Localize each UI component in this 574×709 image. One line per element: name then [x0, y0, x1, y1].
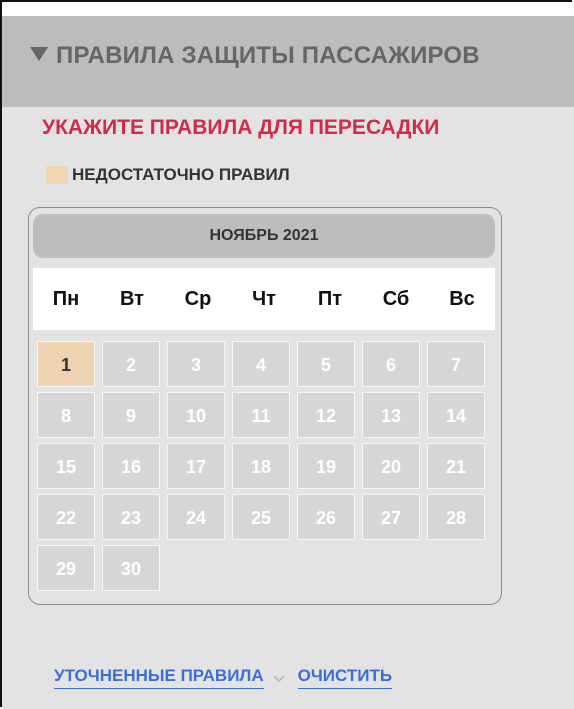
legend-swatch — [46, 166, 68, 184]
calendar-month-title: НОЯБРЬ 2021 — [33, 214, 495, 258]
calendar-day[interactable]: 10 — [167, 392, 225, 438]
weekday-thu: Чт — [252, 288, 276, 310]
calendar-day[interactable]: 23 — [102, 494, 160, 540]
weekday-wed: Ср — [184, 288, 212, 310]
calendar-day[interactable]: 7 — [427, 341, 485, 387]
calendar-day[interactable]: 21 — [427, 443, 485, 489]
weekday-tue: Вт — [120, 288, 144, 310]
calendar-day[interactable]: 2 — [102, 341, 160, 387]
calendar-day[interactable]: 25 — [232, 494, 290, 540]
panel-title-row[interactable]: ПРАВИЛА ЗАЩИТЫ ПАССАЖИРОВ — [30, 42, 480, 70]
clear-link[interactable]: ОЧИСТИТЬ — [297, 666, 393, 689]
legend-label: НЕДОСТАТОЧНО ПРАВИЛ — [72, 165, 290, 184]
calendar-day[interactable]: 11 — [232, 392, 290, 438]
calendar-day[interactable]: 12 — [297, 392, 355, 438]
collapse-triangle-icon[interactable] — [30, 47, 48, 61]
calendar-day[interactable]: 29 — [37, 545, 95, 591]
calendar-day[interactable]: 1 — [37, 341, 95, 387]
legend: НЕДОСТАТОЧНО ПРАВИЛ — [46, 163, 290, 187]
calendar-day[interactable]: 16 — [102, 443, 160, 489]
weekday-sat: Сб — [382, 288, 410, 310]
calendar-day[interactable]: 9 — [102, 392, 160, 438]
calendar-day[interactable]: 18 — [232, 443, 290, 489]
passenger-protection-panel: ПРАВИЛА ЗАЩИТЫ ПАССАЖИРОВ УКАЖИТЕ ПРАВИЛ… — [2, 16, 574, 709]
refined-rules-link[interactable]: УТОЧНЕННЫЕ ПРАВИЛА — [54, 666, 264, 689]
panel-title: ПРАВИЛА ЗАЩИТЫ ПАССАЖИРОВ — [56, 42, 480, 69]
weekday-fri: Пт — [317, 288, 343, 310]
chevron-down-icon[interactable] — [272, 671, 286, 685]
calendar-day[interactable]: 19 — [297, 443, 355, 489]
calendar-day[interactable]: 6 — [362, 341, 420, 387]
calendar-day[interactable]: 28 — [427, 494, 485, 540]
weekday-header: Пн Вт Ср Чт Пт Сб Вс — [33, 268, 495, 330]
transfer-rules-warning: УКАЖИТЕ ПРАВИЛА ДЛЯ ПЕРЕСАДКИ — [42, 116, 440, 139]
weekday-sun: Вс — [449, 288, 475, 310]
calendar-day[interactable]: 13 — [362, 392, 420, 438]
calendar-day[interactable]: 22 — [37, 494, 95, 540]
calendar-day[interactable]: 30 — [102, 545, 160, 591]
calendar-day[interactable]: 3 — [167, 341, 225, 387]
calendar-day[interactable]: 4 — [232, 341, 290, 387]
calendar-day[interactable]: 26 — [297, 494, 355, 540]
calendar-day[interactable]: 24 — [167, 494, 225, 540]
calendar: НОЯБРЬ 2021 Пн Вт Ср Чт Пт Сб Вс 1 2 3 4… — [28, 207, 502, 605]
panel-footer: УТОЧНЕННЫЕ ПРАВИЛА ОЧИСТИТЬ — [54, 666, 393, 689]
calendar-day[interactable]: 15 — [37, 443, 95, 489]
weekday-mon: Пн — [52, 288, 80, 310]
calendar-day[interactable]: 5 — [297, 341, 355, 387]
calendar-day[interactable]: 17 — [167, 443, 225, 489]
calendar-day[interactable]: 14 — [427, 392, 485, 438]
panel-header[interactable]: ПРАВИЛА ЗАЩИТЫ ПАССАЖИРОВ — [2, 16, 574, 107]
calendar-day[interactable]: 27 — [362, 494, 420, 540]
calendar-day[interactable]: 8 — [37, 392, 95, 438]
calendar-day[interactable]: 20 — [362, 443, 420, 489]
